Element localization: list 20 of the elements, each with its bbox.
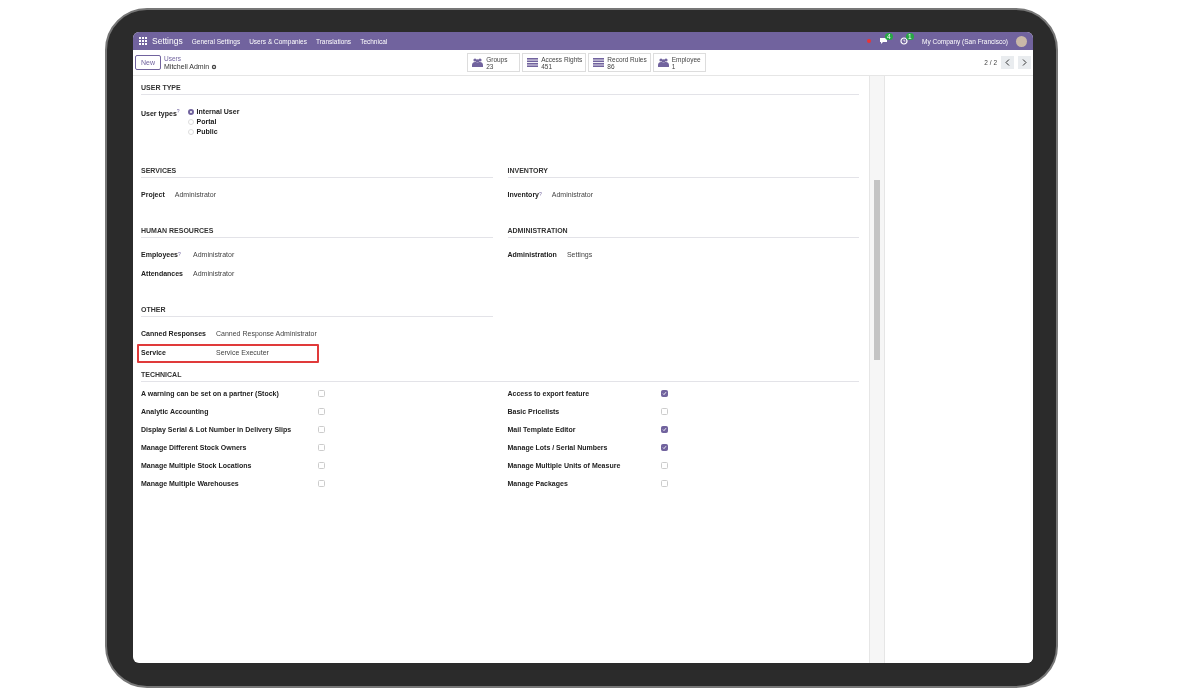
apps-menu-icon[interactable] <box>139 37 147 45</box>
chevron-left-icon <box>1005 59 1010 66</box>
app-name[interactable]: Settings <box>152 36 183 46</box>
settings-icon[interactable] <box>211 63 218 70</box>
next-button[interactable] <box>1018 56 1031 69</box>
users-icon <box>657 58 669 67</box>
chevron-right-icon <box>1022 59 1027 66</box>
chat-icon[interactable] <box>879 37 888 45</box>
checkbox[interactable] <box>660 443 668 451</box>
users-icon <box>472 58 484 67</box>
checkbox[interactable] <box>660 389 668 397</box>
status-dot <box>867 39 871 43</box>
list-icon <box>593 58 605 67</box>
clock-icon[interactable] <box>900 37 908 45</box>
previous-button[interactable] <box>1001 56 1014 69</box>
list-icon <box>527 58 539 67</box>
scrollbar[interactable] <box>870 76 884 663</box>
user-avatar[interactable] <box>1016 35 1027 47</box>
checkbox[interactable] <box>660 425 668 433</box>
radio-button[interactable] <box>187 108 194 115</box>
